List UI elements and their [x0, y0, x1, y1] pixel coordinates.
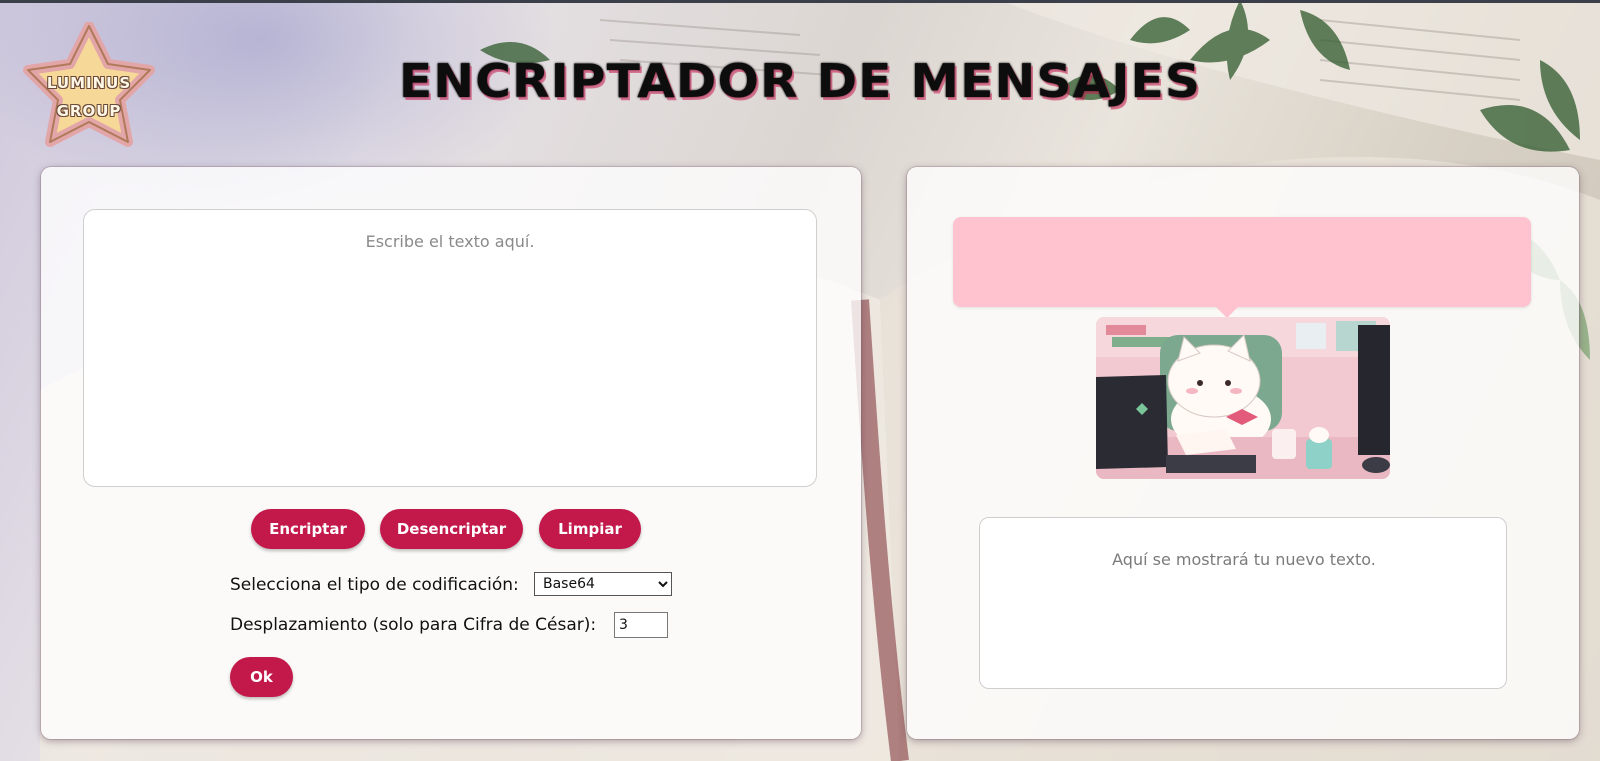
- shift-input[interactable]: [614, 612, 668, 638]
- cat-at-desk-illustration: [1096, 317, 1390, 479]
- input-panel: Encriptar Desencriptar Limpiar Seleccion…: [41, 167, 861, 739]
- encoding-type-label: Selecciona el tipo de codificación:: [230, 575, 519, 595]
- shift-label: Desplazamiento (solo para Cifra de César…: [230, 615, 597, 635]
- ok-button[interactable]: Ok: [230, 657, 293, 697]
- clear-button[interactable]: Limpiar: [539, 509, 641, 549]
- output-panel: Aquí se mostrará tu nuevo texto.: [907, 167, 1579, 739]
- speech-bubble: [953, 217, 1531, 307]
- output-display: Aquí se mostrará tu nuevo texto.: [979, 517, 1507, 689]
- decrypt-button[interactable]: Desencriptar: [380, 509, 523, 549]
- message-input[interactable]: [83, 209, 817, 487]
- output-placeholder-text: Aquí se mostrará tu nuevo texto.: [1112, 550, 1376, 569]
- encoding-type-select[interactable]: Base64: [534, 572, 672, 596]
- page-title: ENCRIPTADOR DE MENSAJES: [398, 54, 1202, 108]
- encrypt-button[interactable]: Encriptar: [251, 509, 365, 549]
